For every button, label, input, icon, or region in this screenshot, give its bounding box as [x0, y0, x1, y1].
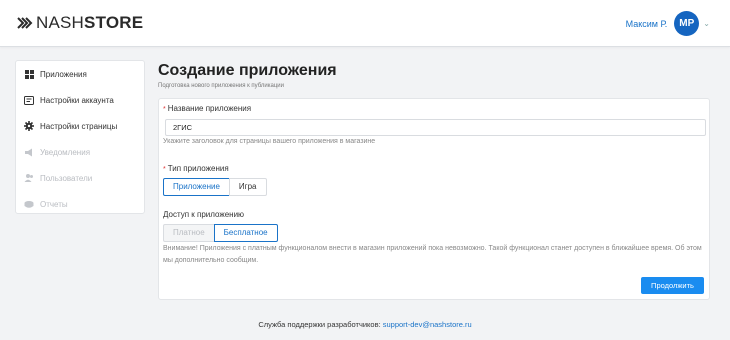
user-menu[interactable]: Максим Р. МР ⌄ [626, 11, 710, 36]
megaphone-icon [24, 147, 34, 157]
app-type-selector: Приложение Игра [163, 178, 267, 196]
footer: Служба поддержки разработчиков: support-… [0, 320, 730, 329]
top-bar: NASHSTORE Максим Р. МР ⌄ [0, 0, 730, 47]
access-label: Доступ к приложению [163, 210, 245, 219]
sidebar-item-label: Отчеты [40, 199, 68, 209]
page-title: Создание приложения [158, 62, 337, 79]
access-option-paid: Платное [163, 224, 215, 242]
access-warning: Внимание! Приложения с платным функциона… [163, 245, 702, 264]
app-name-hint: Укажите заголовок для страницы вашего пр… [163, 138, 376, 145]
gear-icon [24, 121, 34, 131]
required-marker: * [163, 166, 166, 173]
sidebar-item-label: Приложения [40, 69, 87, 79]
continue-button[interactable]: Продолжить [641, 277, 704, 294]
user-name[interactable]: Максим Р. [626, 19, 668, 29]
sidebar-item-label: Уведомления [40, 147, 91, 157]
sidebar-item-account-settings[interactable]: Настройки аккаунта [16, 87, 144, 113]
logo[interactable]: NASHSTORE [17, 13, 143, 33]
sidebar-item-reports: Отчеты [16, 191, 144, 217]
app-type-label: * Тип приложения [163, 164, 229, 173]
report-icon [24, 199, 34, 209]
required-marker: * [163, 106, 166, 113]
logo-text: NASHSTORE [36, 13, 144, 32]
app-type-option-application[interactable]: Приложение [163, 178, 230, 196]
users-icon [24, 173, 34, 183]
grid-icon [24, 69, 34, 79]
page-subtitle: Подготовка нового приложения к публикаци… [158, 83, 284, 89]
app-name-input[interactable]: 2ГИС [165, 119, 706, 136]
create-app-form: * Название приложения 2ГИС Укажите заголо… [158, 98, 710, 300]
logo-mark-icon [17, 17, 33, 29]
sidebar-item-users: Пользователи [16, 165, 144, 191]
app-name-label: * Название приложения [163, 104, 252, 113]
access-option-free[interactable]: Бесплатное [213, 224, 278, 242]
app-type-option-game[interactable]: Игра [228, 178, 267, 196]
chevron-down-icon[interactable]: ⌄ [703, 19, 710, 28]
support-text: Служба поддержки разработчиков: [258, 320, 381, 329]
sidebar-item-apps[interactable]: Приложения [16, 61, 144, 87]
sidebar-item-label: Пользователи [40, 173, 93, 183]
support-email-link[interactable]: support-dev@nashstore.ru [383, 320, 472, 329]
sidebar-item-label: Настройки страницы [40, 121, 118, 131]
id-card-icon [24, 95, 34, 105]
sidebar: Приложения Настройки аккаунта Настройки … [15, 60, 145, 214]
sidebar-item-notifications: Уведомления [16, 139, 144, 165]
avatar[interactable]: МР [674, 11, 700, 36]
access-selector: Платное Бесплатное [163, 224, 278, 242]
sidebar-item-label: Настройки аккаунта [40, 95, 114, 105]
sidebar-item-page-settings[interactable]: Настройки страницы [16, 113, 144, 139]
